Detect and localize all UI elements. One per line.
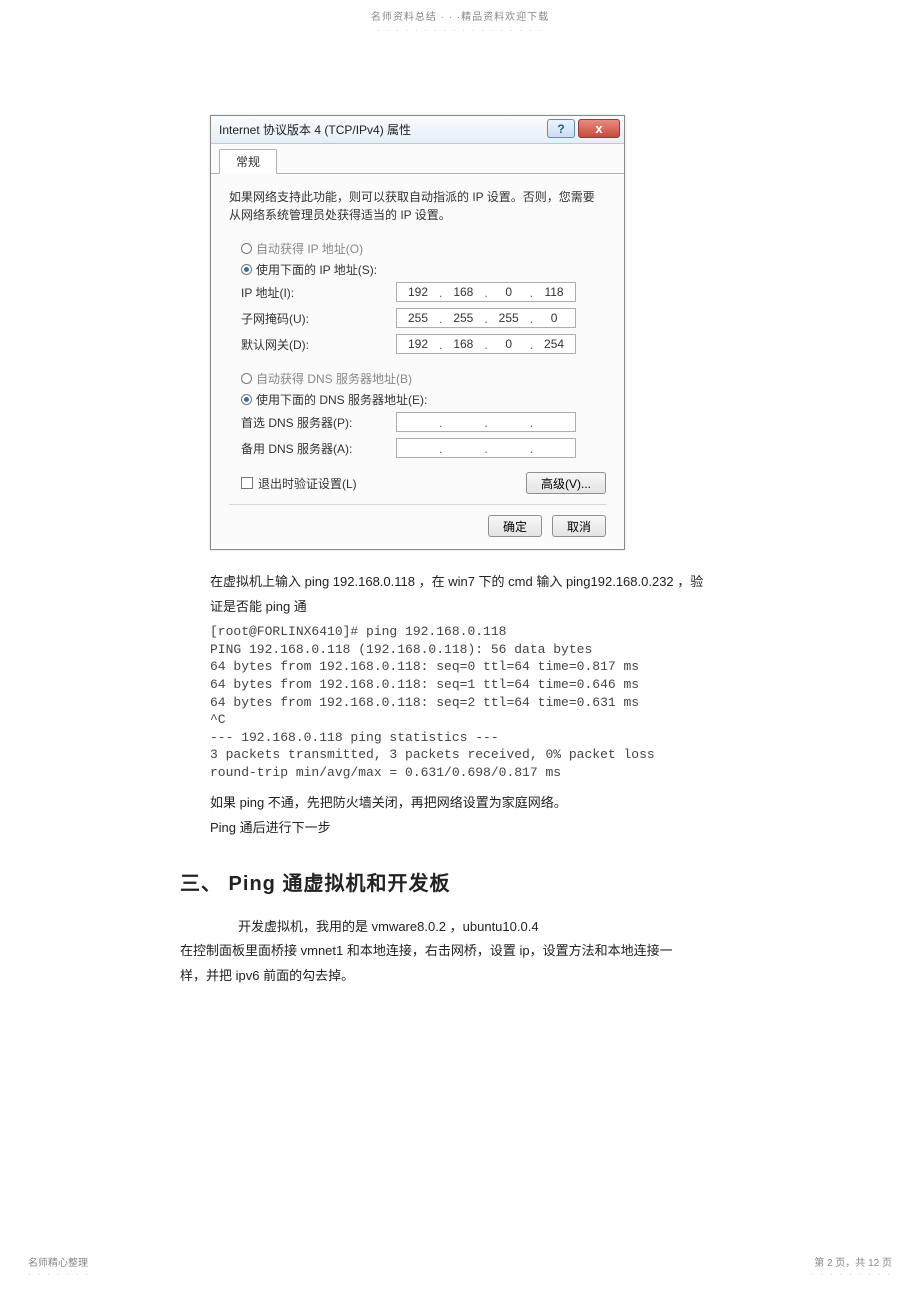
validate-settings-checkbox-row[interactable]: 退出时验证设置(L) [241, 475, 357, 492]
ip-octet[interactable] [533, 439, 575, 457]
advanced-row: 退出时验证设置(L) 高级(V)... [229, 472, 606, 494]
primary-dns-label: 首选 DNS 服务器(P): [241, 414, 396, 431]
radio-manual-ip-row[interactable]: 使用下面的 IP 地址(S): [229, 261, 606, 278]
dialog-buttons: 确定 取消 [229, 504, 606, 537]
ip-octet[interactable] [533, 413, 575, 431]
alternate-dns-row: 备用 DNS 服务器(A): . . . [229, 438, 606, 458]
ip-octet[interactable]: 0 [488, 335, 530, 353]
footer-right: 第 2 页，共 12 页 · · · · · · · · · [811, 1254, 892, 1279]
radio-auto-dns-label: 自动获得 DNS 服务器地址(B) [256, 370, 412, 387]
ip-octet[interactable]: 0 [533, 309, 575, 327]
radio-manual-dns-label: 使用下面的 DNS 服务器地址(E): [256, 391, 427, 408]
checkbox-icon [241, 477, 253, 489]
ip-octet[interactable]: 255 [488, 309, 530, 327]
footer-dots: · · · · · · · [28, 1269, 90, 1279]
alternate-dns-label: 备用 DNS 服务器(A): [241, 440, 396, 457]
ok-button[interactable]: 确定 [488, 515, 542, 537]
close-button[interactable]: x [578, 119, 620, 138]
footer-right-text: 第 2 页，共 12 页 [811, 1254, 892, 1269]
ip-octet[interactable]: 255 [397, 309, 439, 327]
ip-octet[interactable]: 192 [397, 335, 439, 353]
panel-body: 如果网络支持此功能，则可以获取自动指派的 IP 设置。否则，您需要从网络系统管理… [211, 174, 624, 549]
paragraph: 如果 ping 不通，先把防火墙关闭，再把网络设置为家庭网络。 [210, 791, 760, 816]
ip-address-row: IP 地址(I): 192. 168. 0. 118 [229, 282, 606, 302]
ip-octet[interactable] [488, 439, 530, 457]
window-controls: ? x [547, 119, 620, 138]
help-button[interactable]: ? [547, 119, 575, 138]
paragraph: 证是否能 ping 通 [210, 595, 760, 620]
radio-auto-dns-row[interactable]: 自动获得 DNS 服务器地址(B) [229, 370, 606, 387]
ip-octet[interactable]: 168 [442, 283, 484, 301]
radio-manual-ip-label: 使用下面的 IP 地址(S): [256, 261, 377, 278]
ip-octet[interactable]: 0 [488, 283, 530, 301]
tabs-row: 常规 [211, 144, 624, 174]
ip-address-input[interactable]: 192. 168. 0. 118 [396, 282, 576, 302]
primary-dns-input[interactable]: . . . [396, 412, 576, 432]
radio-icon [241, 264, 252, 275]
ip-octet[interactable]: 118 [533, 283, 575, 301]
paragraph: Ping 通后进行下一步 [210, 816, 760, 841]
mask-label: 子网掩码(U): [241, 310, 396, 327]
gateway-label: 默认网关(D): [241, 336, 396, 353]
paragraph: 在虚拟机上输入 ping 192.168.0.118 ，在 win7 下的 cm… [210, 570, 760, 595]
section-heading: 三、 Ping 通虚拟机和开发板 [180, 865, 760, 903]
radio-auto-ip-label: 自动获得 IP 地址(O) [256, 240, 363, 257]
gateway-input[interactable]: 192. 168. 0. 254 [396, 334, 576, 354]
body-text: 在虚拟机上输入 ping 192.168.0.118 ，在 win7 下的 cm… [210, 570, 760, 989]
cancel-button[interactable]: 取消 [552, 515, 606, 537]
tab-general[interactable]: 常规 [219, 149, 277, 174]
subnet-mask-row: 子网掩码(U): 255. 255. 255. 0 [229, 308, 606, 328]
radio-auto-ip-row[interactable]: 自动获得 IP 地址(O) [229, 240, 606, 257]
ip-octet[interactable]: 255 [442, 309, 484, 327]
page-footer: 名师精心整理 · · · · · · · 第 2 页，共 12 页 · · · … [0, 1254, 920, 1279]
ip-octet[interactable]: 192 [397, 283, 439, 301]
ip-octet[interactable]: 168 [442, 335, 484, 353]
primary-dns-row: 首选 DNS 服务器(P): . . . [229, 412, 606, 432]
dialog-title: Internet 协议版本 4 (TCP/IPv4) 属性 [219, 121, 411, 138]
ip-octet[interactable] [442, 413, 484, 431]
page-header: 名师资料总结 · · ·精品资料欢迎下载 [0, 0, 920, 25]
ip-octet[interactable] [397, 439, 439, 457]
radio-icon [241, 243, 252, 254]
page-content: Internet 协议版本 4 (TCP/IPv4) 属性 ? x 常规 如果网… [0, 55, 920, 989]
dialog-titlebar: Internet 协议版本 4 (TCP/IPv4) 属性 ? x [211, 116, 624, 144]
validate-settings-label: 退出时验证设置(L) [258, 475, 357, 492]
ip-octet[interactable] [397, 413, 439, 431]
radio-icon [241, 394, 252, 405]
paragraph: 在控制面板里面桥接 vmnet1 和本地连接，右击网桥，设置 ip，设置方法和本… [180, 939, 760, 964]
footer-left-text: 名师精心整理 [28, 1254, 90, 1269]
radio-manual-dns-row[interactable]: 使用下面的 DNS 服务器地址(E): [229, 391, 606, 408]
header-dots: · · · · · · · · · · · · · · · · · · [0, 25, 920, 55]
footer-dots: · · · · · · · · · [811, 1269, 892, 1279]
ip-label: IP 地址(I): [241, 284, 396, 301]
paragraph: 样，并把 ipv6 前面的勾去掉。 [180, 964, 760, 989]
ip-octet[interactable]: 254 [533, 335, 575, 353]
tcpip-properties-dialog: Internet 协议版本 4 (TCP/IPv4) 属性 ? x 常规 如果网… [210, 115, 625, 550]
alternate-dns-input[interactable]: . . . [396, 438, 576, 458]
intro-text: 如果网络支持此功能，则可以获取自动指派的 IP 设置。否则，您需要从网络系统管理… [229, 188, 606, 224]
ip-octet[interactable] [488, 413, 530, 431]
footer-left: 名师精心整理 · · · · · · · [28, 1254, 90, 1279]
gateway-row: 默认网关(D): 192. 168. 0. 254 [229, 334, 606, 354]
subnet-mask-input[interactable]: 255. 255. 255. 0 [396, 308, 576, 328]
ip-octet[interactable] [442, 439, 484, 457]
paragraph: 开发虚拟机，我用的是 vmware8.0.2 ，ubuntu10.0.4 [210, 915, 760, 940]
advanced-button[interactable]: 高级(V)... [526, 472, 606, 494]
radio-icon [241, 373, 252, 384]
terminal-output: [root@FORLINX6410]# ping 192.168.0.118 P… [210, 623, 760, 781]
